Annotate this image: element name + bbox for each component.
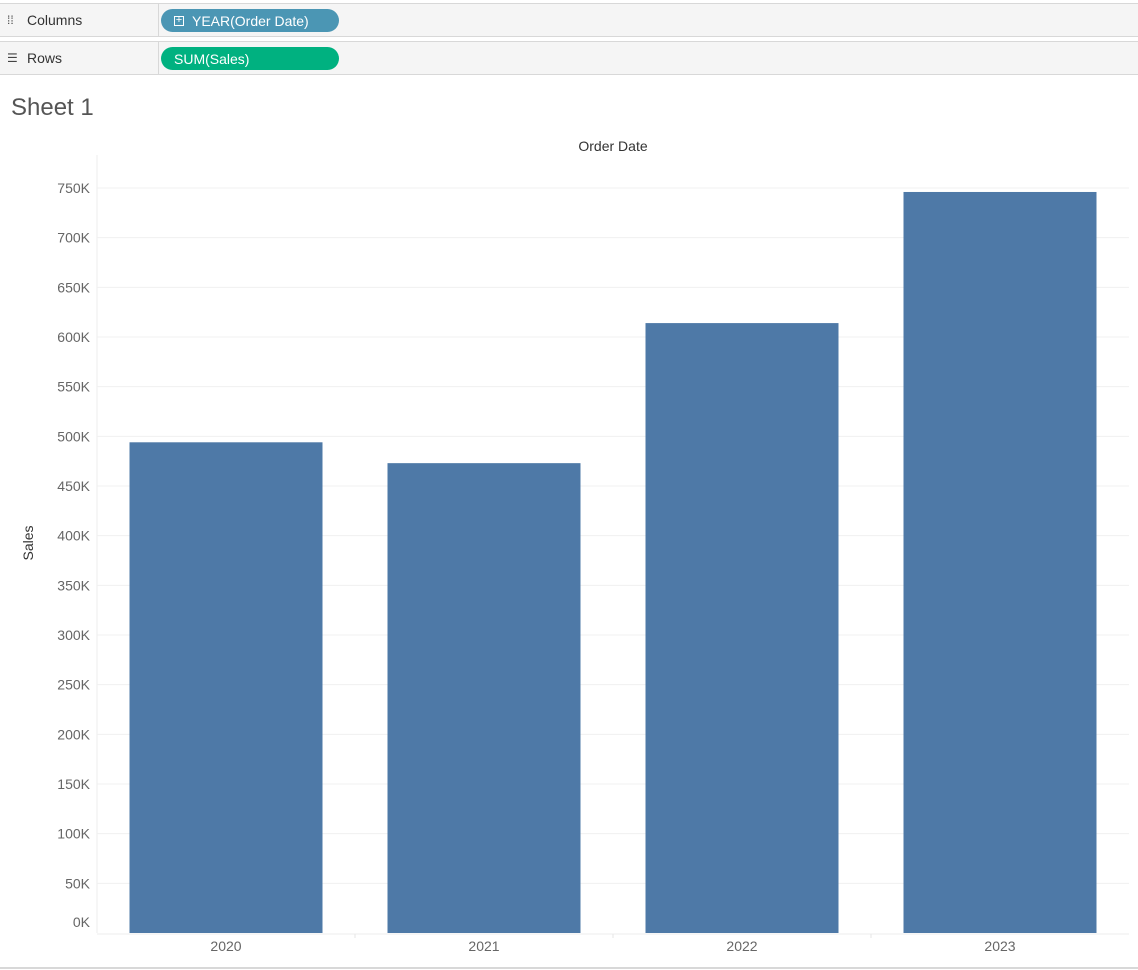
y-tick-label: 700K bbox=[57, 230, 90, 246]
y-tick-label: 350K bbox=[57, 577, 90, 593]
x-tick-label: 2023 bbox=[984, 938, 1015, 954]
y-tick-label: 450K bbox=[57, 478, 90, 494]
x-tick-label: 2020 bbox=[210, 938, 241, 954]
y-tick-label: 600K bbox=[57, 329, 90, 345]
y-tick-label: 500K bbox=[57, 428, 90, 444]
bar-2022 bbox=[645, 323, 839, 933]
y-tick-label: 650K bbox=[57, 279, 90, 295]
y-tick-label: 150K bbox=[57, 776, 90, 792]
x-tick-label: 2021 bbox=[468, 938, 499, 954]
bar-2021 bbox=[387, 463, 581, 933]
y-tick-label: 50K bbox=[65, 875, 91, 891]
y-tick-label: 550K bbox=[57, 379, 90, 395]
divider bbox=[0, 967, 1138, 969]
y-tick-label: 250K bbox=[57, 677, 90, 693]
y-axis-label: Sales bbox=[20, 525, 36, 560]
y-tick-label: 0K bbox=[73, 914, 91, 930]
y-tick-label: 400K bbox=[57, 528, 90, 544]
column-header: Order Date bbox=[578, 138, 647, 154]
x-tick-label: 2022 bbox=[726, 938, 757, 954]
bar-2020 bbox=[129, 442, 323, 933]
y-tick-label: 750K bbox=[57, 180, 90, 196]
bar-2023 bbox=[903, 191, 1097, 933]
bar-chart: Order Date Sales 0K 50K 100K 150K 200K 250K 30… bbox=[20, 138, 1129, 954]
y-tick-label: 100K bbox=[57, 826, 90, 842]
y-tick-label: 200K bbox=[57, 726, 90, 742]
y-tick-label: 300K bbox=[57, 627, 90, 643]
